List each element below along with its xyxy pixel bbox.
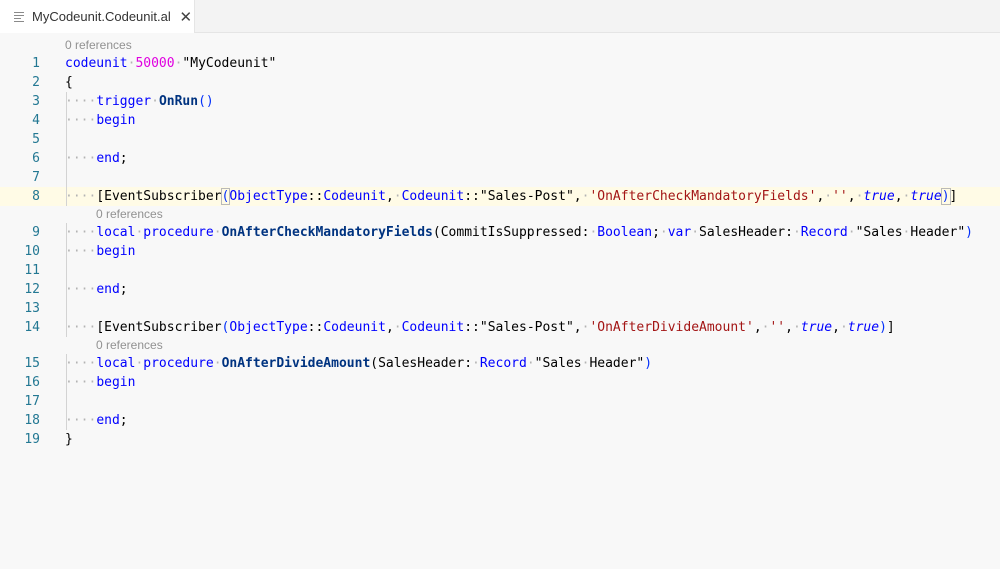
line-number: 3	[32, 94, 40, 109]
code-line[interactable]: 2 {	[0, 73, 1000, 92]
code-line[interactable]: 18 ····end;	[0, 411, 1000, 430]
line-number: 1	[32, 56, 40, 71]
line-text: ····local·procedure·OnAfterDivideAmount(…	[65, 356, 653, 371]
line-number: 13	[24, 301, 40, 316]
codelens-references[interactable]: 0 references	[0, 206, 1000, 223]
code-line[interactable]: 16 ····begin	[0, 373, 1000, 392]
line-number: 15	[24, 356, 40, 371]
line-text: ····[EventSubscriber(ObjectType::Codeuni…	[65, 188, 958, 205]
codelens-references[interactable]: 0 references	[0, 337, 1000, 354]
line-number: 8	[32, 189, 40, 204]
file-lines-icon	[12, 9, 28, 25]
code-line[interactable]: 4 ····begin	[0, 111, 1000, 130]
token-keyword: codeunit	[65, 56, 128, 71]
code-line[interactable]: 17	[0, 392, 1000, 411]
code-line[interactable]: 10 ····begin	[0, 242, 1000, 261]
line-text: ····end;	[65, 151, 128, 166]
line-text: }	[65, 432, 73, 447]
code-area[interactable]: 0 references 1 codeunit·50000·"MyCodeuni…	[0, 37, 1000, 449]
line-number: 11	[24, 263, 40, 278]
code-line[interactable]: 13	[0, 299, 1000, 318]
line-text: ····begin	[65, 375, 136, 390]
bracket-match-close: )	[940, 188, 951, 205]
line-text: ····[EventSubscriber(ObjectType::Codeuni…	[65, 320, 895, 335]
indent-guide	[66, 130, 67, 149]
line-number: 19	[24, 432, 40, 447]
code-line[interactable]: 14 ····[EventSubscriber(ObjectType::Code…	[0, 318, 1000, 337]
line-text: ····trigger·OnRun()	[65, 94, 214, 109]
line-text: ····end;	[65, 282, 128, 297]
close-icon[interactable]: ✕	[178, 8, 194, 26]
line-number: 9	[32, 225, 40, 240]
code-line[interactable]: 6 ····end;	[0, 149, 1000, 168]
line-text: {	[65, 75, 73, 90]
indent-guide	[66, 261, 67, 280]
line-text: codeunit·50000·"MyCodeunit"	[65, 56, 277, 71]
line-number: 16	[24, 375, 40, 390]
indent-guide	[66, 168, 67, 187]
line-number: 5	[32, 132, 40, 147]
code-line[interactable]: 19 }	[0, 430, 1000, 449]
tab-mycodeunit[interactable]: MyCodeunit.Codeunit.al ✕	[0, 0, 195, 34]
code-editor[interactable]: 0 references 1 codeunit·50000·"MyCodeuni…	[0, 33, 1000, 569]
code-line[interactable]: 11	[0, 261, 1000, 280]
editor-tab-bar: MyCodeunit.Codeunit.al ✕	[0, 0, 1000, 34]
line-number: 4	[32, 113, 40, 128]
code-line[interactable]: 9 ····local·procedure·OnAfterCheckMandat…	[0, 223, 1000, 242]
indent-guide	[66, 392, 67, 411]
line-number: 17	[24, 394, 40, 409]
line-number: 6	[32, 151, 40, 166]
code-line[interactable]: 12 ····end;	[0, 280, 1000, 299]
line-number: 7	[32, 170, 40, 185]
line-number: 10	[24, 244, 40, 259]
code-line[interactable]: 1 codeunit·50000·"MyCodeunit"	[0, 54, 1000, 73]
code-line[interactable]: 15 ····local·procedure·OnAfterDivideAmou…	[0, 354, 1000, 373]
code-line[interactable]: 3 ····trigger·OnRun()	[0, 92, 1000, 111]
codelens-references[interactable]: 0 references	[0, 37, 1000, 54]
line-number: 18	[24, 413, 40, 428]
line-text: ····end;	[65, 413, 128, 428]
code-line[interactable]: 5	[0, 130, 1000, 149]
tab-title: MyCodeunit.Codeunit.al	[32, 9, 171, 24]
line-number: 14	[24, 320, 40, 335]
line-text: ····begin	[65, 113, 136, 128]
indent-guide	[66, 299, 67, 318]
code-line-current[interactable]: 8 ····[EventSubscriber(ObjectType::Codeu…	[0, 187, 1000, 206]
line-number: 12	[24, 282, 40, 297]
code-line[interactable]: 7	[0, 168, 1000, 187]
line-text: ····begin	[65, 244, 136, 259]
line-number: 2	[32, 75, 40, 90]
line-text: ····local·procedure·OnAfterCheckMandator…	[65, 225, 973, 240]
token-number: 50000	[135, 56, 175, 71]
